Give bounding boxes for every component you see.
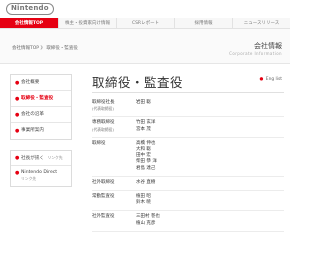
officer-name: 鈴木 暁 <box>136 200 151 206</box>
officer-name: 岩田 聡 <box>136 100 151 105</box>
role-label: 社外監査役 <box>92 214 130 226</box>
officer-name: 竹田 玄洋 <box>136 120 156 126</box>
link-label: Nintendo Direct <box>21 170 58 175</box>
nav-news-release[interactable]: ニュースリリース <box>232 18 290 28</box>
role-label: 取締役 <box>92 141 130 172</box>
role-note: (代表取締役) <box>92 106 114 112</box>
sidebar-links: ● 社長が訊く リンク先 ● Nintendo Direct リンク先 <box>10 150 72 187</box>
breadcrumb-area: 会社情報TOP 》 取締役・監査役 会社情報 Corporate Informa… <box>0 29 290 64</box>
role-label: 社外取締役 <box>92 180 130 186</box>
bullet-icon: ● <box>15 96 20 102</box>
sidebar-item-label: 会社の沿革 <box>21 112 44 117</box>
bullet-icon: ● <box>15 155 20 161</box>
sidebar: ● 会社概要 ● 取締役・監査役 ● 会社の沿革 ● 事業所案内 ● 社長が訊く… <box>10 74 72 187</box>
role-position: 取締役 <box>92 140 106 146</box>
list-item: 社外監査役 三田村 巻也 植山 克彦 <box>92 211 284 232</box>
officer-name: 宮本 茂 <box>136 126 151 132</box>
role-names: 水谷 直樹 <box>130 180 155 186</box>
bullet-icon: ● <box>259 77 264 82</box>
breadcrumb-separator: 》 <box>40 46 45 51</box>
role-names: 高橋 伸也 大和 聡 田中 宏 柴田 恭 洋 君島 達己 <box>130 141 157 172</box>
link-sub-label: リンク先 <box>47 155 63 160</box>
nav-investor-relations[interactable]: 株主・投資家向け情報 <box>58 18 116 28</box>
role-label: 常勤監査役 <box>92 194 130 206</box>
link-iwata-asks[interactable]: ● 社長が訊く リンク先 <box>11 151 71 166</box>
nav-recruitment[interactable]: 採用情報 <box>174 18 232 28</box>
role-label: 取締役社長 (代表取締役) <box>92 100 130 112</box>
nintendo-logo[interactable]: Nintendo <box>6 3 54 15</box>
breadcrumb-current: 取締役・監査役 <box>46 46 78 51</box>
role-position: 社外取締役 <box>92 179 115 185</box>
role-names: 植田 昭 鈴木 暁 <box>130 194 151 206</box>
nav-company-top[interactable]: 会社情報TOP <box>0 18 58 28</box>
global-nav: 会社情報TOP 株主・投資家向け情報 CSRレポート 採用情報 ニュースリリース <box>0 18 290 29</box>
sidebar-item-label: 事業所案内 <box>21 128 44 133</box>
section-subtitle: Corporate Information <box>229 51 282 56</box>
list-item: 取締役 高橋 伸也 大和 聡 田中 宏 柴田 恭 洋 君島 達己 <box>92 138 284 177</box>
sidebar-item-history[interactable]: ● 会社の沿革 <box>11 107 71 123</box>
officer-name: 植山 克彦 <box>136 220 156 226</box>
role-names: 竹田 玄洋 宮本 茂 <box>130 120 155 132</box>
sidebar-item-label: 会社概要 <box>21 80 40 85</box>
sidebar-item-label: 取締役・監査役 <box>21 96 54 101</box>
bullet-icon: ● <box>15 80 20 86</box>
officer-name: 水谷 直樹 <box>136 179 156 185</box>
link-label: 社長が訊く <box>21 156 44 161</box>
page-title: 取締役・監査役 <box>92 75 184 90</box>
section-title: 会社情報 <box>254 42 282 50</box>
role-names: 三田村 巻也 植山 克彦 <box>130 214 160 226</box>
list-item: 専務取締役 (代表取締役) 竹田 玄洋 宮本 茂 <box>92 117 284 138</box>
english-list-link[interactable]: ● Eng list <box>260 77 282 82</box>
list-item: 常勤監査役 植田 昭 鈴木 暁 <box>92 191 284 212</box>
sidebar-item-offices[interactable]: ● 事業所案内 <box>11 123 71 139</box>
top-bar: Nintendo <box>0 0 290 18</box>
link-sub-label: リンク先 <box>21 176 37 181</box>
role-position: 社外監査役 <box>92 214 115 220</box>
english-list-label: Eng list <box>265 77 282 82</box>
role-names: 岩田 聡 <box>130 100 151 112</box>
bullet-icon: ● <box>15 112 20 118</box>
sidebar-item-company-overview[interactable]: ● 会社概要 <box>11 75 71 91</box>
role-position: 常勤監査役 <box>92 194 115 200</box>
divider <box>92 92 284 93</box>
sidebar-item-directors[interactable]: ● 取締役・監査役 <box>11 91 71 107</box>
officer-name: 三田村 巻也 <box>136 214 160 220</box>
officer-name: 君島 達己 <box>136 165 156 171</box>
bullet-icon: ● <box>15 128 20 134</box>
role-note: (代表取締役) <box>92 126 114 132</box>
breadcrumb: 会社情報TOP 》 取締役・監査役 <box>12 45 78 51</box>
list-item: 取締役社長 (代表取締役) 岩田 聡 <box>92 97 284 118</box>
nav-csr-report[interactable]: CSRレポート <box>116 18 174 28</box>
sidebar-menu: ● 会社概要 ● 取締役・監査役 ● 会社の沿革 ● 事業所案内 <box>10 74 72 140</box>
bullet-icon: ● <box>15 170 20 176</box>
officer-name: 柴田 恭 洋 <box>136 159 157 165</box>
breadcrumb-home[interactable]: 会社情報TOP <box>12 46 39 51</box>
role-label: 専務取締役 (代表取締役) <box>92 120 130 132</box>
officers-list: 取締役社長 (代表取締役) 岩田 聡 専務取締役 (代表取締役) 竹田 玄洋 宮… <box>92 97 284 232</box>
link-nintendo-direct[interactable]: ● Nintendo Direct リンク先 <box>11 166 71 186</box>
list-item: 社外取締役 水谷 直樹 <box>92 177 284 192</box>
